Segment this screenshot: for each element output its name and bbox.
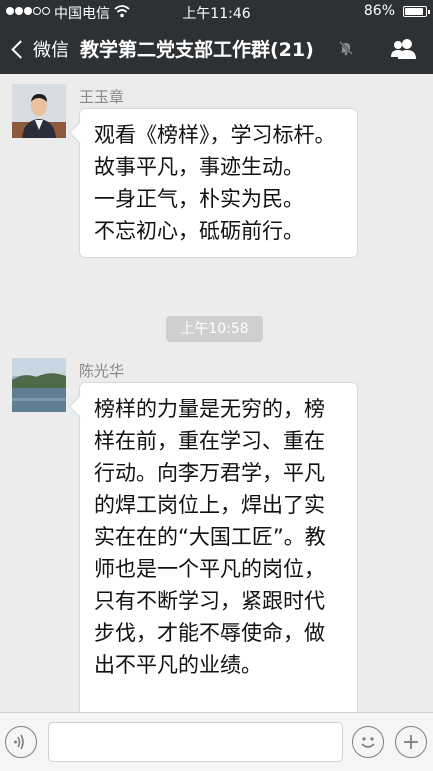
avatar[interactable] — [12, 358, 66, 412]
voice-input-button[interactable] — [5, 726, 37, 758]
message-bubble[interactable]: 观看《榜样》，学习标杆。 故事平凡，事迹生动。 一身正气，朴实为民。 不忘初心，… — [79, 108, 358, 258]
group-contacts-icon[interactable] — [390, 38, 418, 60]
battery-percentage: 86% — [363, 3, 395, 19]
back-button[interactable]: 微信 — [8, 36, 69, 62]
message-input[interactable] — [48, 722, 343, 762]
avatar[interactable] — [12, 84, 66, 138]
message-bubble[interactable]: 榜样的力量是无穷的，榜样在前，重在学习、重在行动。向李万君学，平凡的焊工岗位上，… — [79, 382, 358, 712]
emoji-icon — [361, 737, 375, 748]
chat-header: 微信 教学第二党支部工作群(21) — [0, 24, 433, 74]
back-label: 微信 — [33, 40, 69, 61]
sender-name: 陈光华 — [79, 362, 125, 380]
more-options-button[interactable] — [395, 726, 427, 758]
battery-icon — [403, 6, 430, 17]
plus-icon — [404, 735, 418, 749]
message-timestamp: 上午10:58 — [166, 316, 263, 342]
muted-bell-icon — [339, 41, 353, 56]
input-toolbar — [0, 712, 433, 771]
chat-title: 教学第二党支部工作群(21) — [80, 39, 314, 61]
status-bar: 中国电信 上午11:46 86% — [0, 0, 433, 24]
person-photo-icon — [12, 84, 66, 138]
voice-icon — [14, 734, 24, 750]
emoji-button[interactable] — [352, 726, 384, 758]
chevron-left-icon — [11, 39, 30, 59]
landscape-photo-icon — [12, 358, 66, 412]
sender-name: 王玉章 — [79, 88, 125, 106]
